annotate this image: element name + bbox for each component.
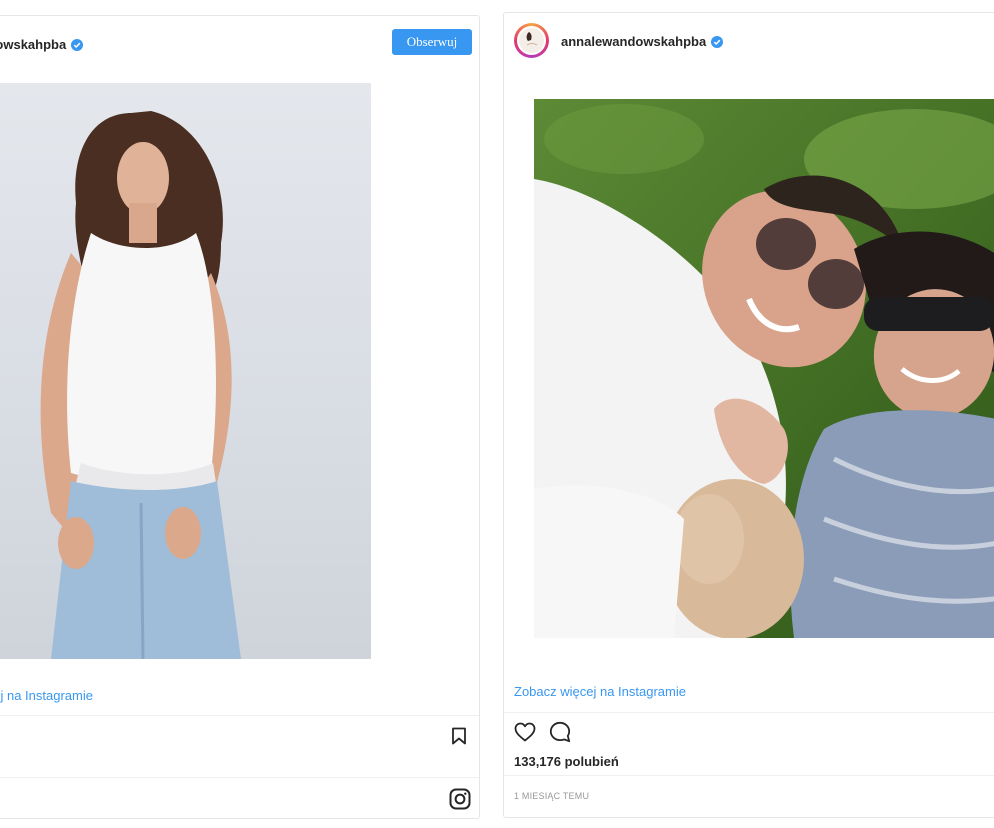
divider <box>504 712 994 713</box>
see-more-link[interactable]: Zobacz więcej na Instagramie <box>514 684 686 699</box>
photo-woman-white-top <box>40 111 241 659</box>
photo-family-selfie-grass <box>534 99 994 638</box>
username-text[interactable]: annalewandowskahpba <box>561 34 706 49</box>
post-username[interactable]: annalewandowskahpba <box>561 34 724 49</box>
bookmark-icon[interactable] <box>449 726 469 746</box>
post-photo[interactable] <box>0 83 371 659</box>
heart-icon[interactable] <box>513 720 537 744</box>
divider <box>504 775 994 776</box>
instagram-embed-right: annalewandowskahpba Zobacz więcej na Ins… <box>503 12 994 818</box>
verified-badge-icon <box>71 38 84 51</box>
post-timestamp: 1 MIESIĄC TEMU <box>514 791 590 801</box>
divider <box>0 715 479 716</box>
comment-icon[interactable] <box>548 720 572 744</box>
avatar[interactable] <box>514 23 549 58</box>
follow-button[interactable]: Obserwuj <box>392 29 472 55</box>
likes-count[interactable]: 133,176 polubień <box>514 754 619 769</box>
avatar-image <box>519 28 544 53</box>
post-username[interactable]: annalewandowskahpba <box>0 37 84 52</box>
post-photo[interactable] <box>534 99 994 638</box>
instagram-embed-left: annalewandowskahpba Obserwuj <box>0 15 480 819</box>
divider <box>0 777 479 778</box>
see-more-link[interactable]: Zobacz więcej na Instagramie <box>0 688 93 703</box>
username-text[interactable]: annalewandowskahpba <box>0 37 66 52</box>
verified-badge-icon <box>711 35 724 48</box>
instagram-logo-icon[interactable] <box>448 787 472 811</box>
